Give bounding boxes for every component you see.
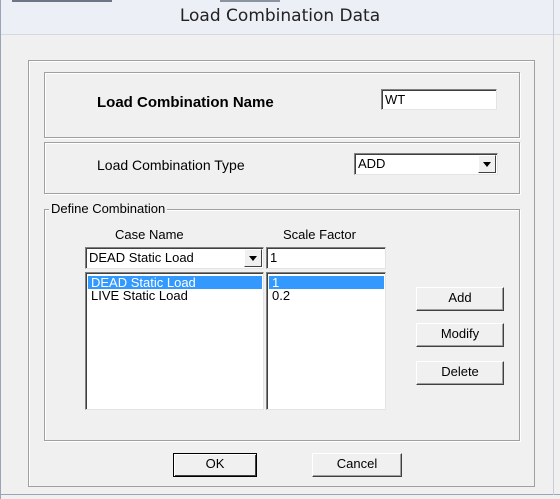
case-name-list[interactable]: DEAD Static Load LIVE Static Load bbox=[85, 272, 264, 410]
window-frame-edge bbox=[220, 0, 280, 2]
combination-type-select[interactable]: ADD bbox=[354, 153, 498, 175]
chevron-down-icon bbox=[249, 256, 257, 261]
define-combination-legend: Define Combination bbox=[49, 201, 168, 216]
load-combination-dialog: Load Combination Data Load Combination N… bbox=[0, 0, 560, 499]
scale-factor-input[interactable]: 1 bbox=[266, 247, 386, 269]
ok-button[interactable]: OK bbox=[173, 453, 257, 477]
window-title: Load Combination Data bbox=[179, 6, 381, 26]
title-bar[interactable]: Load Combination Data bbox=[0, 0, 560, 35]
case-name-select[interactable]: DEAD Static Load bbox=[85, 247, 264, 269]
add-button[interactable]: Add bbox=[416, 287, 504, 311]
modify-button[interactable]: Modify bbox=[416, 323, 504, 347]
case-name-dropdown-button[interactable] bbox=[244, 249, 262, 267]
combination-type-value: ADD bbox=[358, 156, 386, 171]
scale-list-item[interactable]: 0.2 bbox=[269, 289, 384, 302]
case-name-header: Case Name bbox=[115, 227, 184, 242]
combination-type-dropdown-button[interactable] bbox=[478, 155, 496, 173]
window-frame-edge bbox=[12, 0, 112, 2]
scale-factor-list[interactable]: 1 0.2 bbox=[266, 272, 386, 410]
window-border bbox=[0, 494, 560, 495]
scale-factor-rows: 1 0.2 bbox=[269, 276, 384, 302]
scale-factor-header: Scale Factor bbox=[283, 227, 356, 242]
combination-type-label: Load Combination Type bbox=[97, 157, 245, 173]
case-name-rows: DEAD Static Load LIVE Static Load bbox=[88, 276, 262, 302]
delete-button[interactable]: Delete bbox=[416, 361, 504, 385]
combination-name-input[interactable]: WT bbox=[381, 89, 497, 110]
case-list-item[interactable]: LIVE Static Load bbox=[88, 289, 262, 302]
cancel-button[interactable]: Cancel bbox=[312, 453, 402, 477]
window-border bbox=[0, 0, 1, 499]
window-border bbox=[553, 0, 554, 495]
chevron-down-icon bbox=[483, 162, 491, 167]
combination-name-label: Load Combination Name bbox=[97, 94, 274, 111]
case-name-value: DEAD Static Load bbox=[89, 250, 194, 265]
